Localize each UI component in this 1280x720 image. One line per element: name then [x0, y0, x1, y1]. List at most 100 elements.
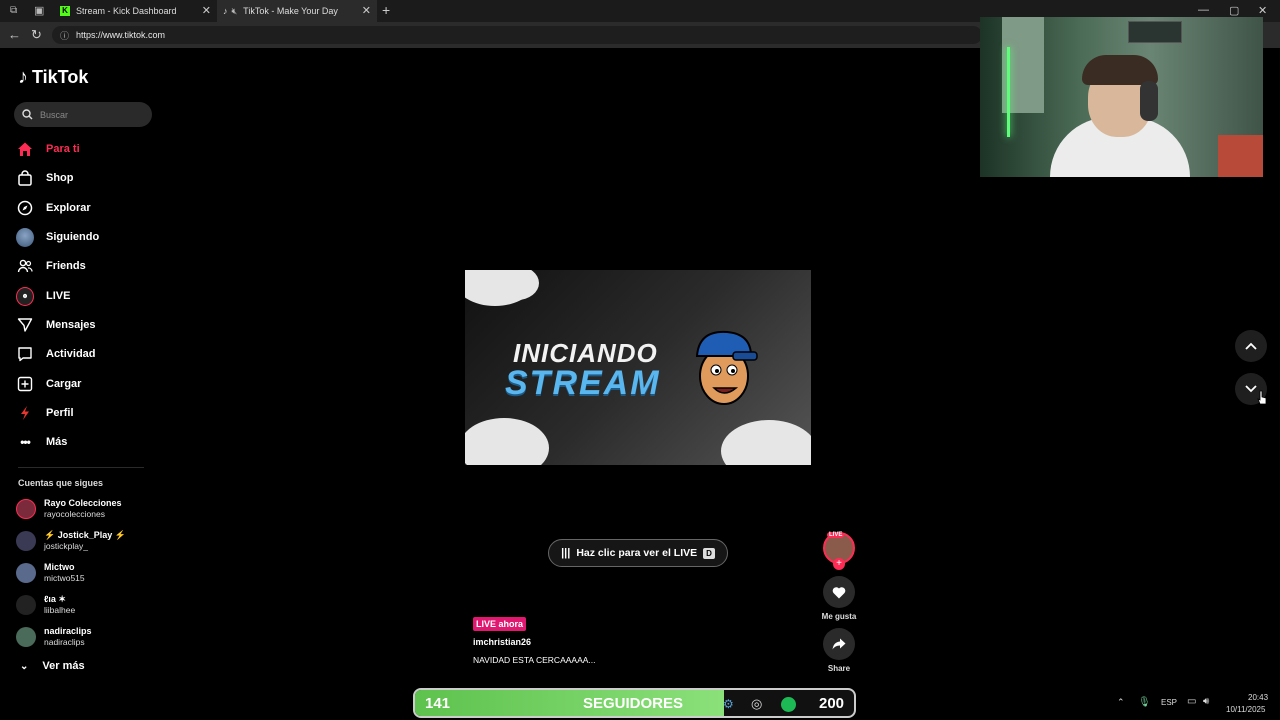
- avatar: [16, 627, 36, 647]
- minimize-button[interactable]: —: [1198, 4, 1209, 16]
- share-arrow-icon: [832, 638, 846, 650]
- following-account[interactable]: nadiraclips nadiraclips: [16, 623, 92, 651]
- activity-icon: [16, 345, 34, 363]
- close-tab-icon[interactable]: ✕: [202, 4, 211, 17]
- account-name: nadiraclips: [44, 626, 92, 636]
- heart-icon: [832, 586, 846, 598]
- account-handle: rayocolecciones: [44, 509, 105, 519]
- following-account[interactable]: ℓιa ✶ liibalhee: [16, 591, 75, 619]
- new-tab-button[interactable]: +: [382, 2, 390, 18]
- account-name: Mictwo: [44, 562, 75, 572]
- following-account[interactable]: ⚡ Jostick_Play ⚡ jostickplay_: [16, 527, 126, 555]
- steam-icon: ⚙: [723, 697, 734, 711]
- nav-item-shop[interactable]: Shop: [16, 166, 74, 190]
- creator-username[interactable]: imchristian26: [473, 637, 531, 647]
- follow-plus-icon[interactable]: +: [833, 558, 845, 570]
- nav-label: Actividad: [46, 348, 96, 360]
- nav-item-live[interactable]: ☻ LIVE: [16, 284, 70, 308]
- maximize-button[interactable]: ▢: [1229, 4, 1239, 17]
- green-light-bar: [1007, 47, 1010, 137]
- close-window-button[interactable]: ✕: [1258, 4, 1267, 17]
- shortcut-key-badge: D: [703, 547, 715, 559]
- clock-time[interactable]: 20:43: [1248, 693, 1268, 702]
- previous-video-button[interactable]: [1235, 330, 1267, 362]
- home-icon: [16, 140, 34, 158]
- compass-icon: [16, 199, 34, 217]
- url-bar[interactable]: ⓘ https://www.tiktok.com: [52, 26, 982, 44]
- share-label: Share: [827, 664, 851, 673]
- tab-title: TikTok - Make Your Day: [243, 6, 338, 16]
- nav-item-friends[interactable]: Friends: [16, 254, 86, 278]
- send-icon: [16, 316, 34, 334]
- volume-icon[interactable]: 🔊︎: [1203, 696, 1209, 707]
- tiktok-favicon-icon: ♪: [223, 6, 228, 16]
- tab-title: Stream - Kick Dashboard: [76, 6, 177, 16]
- network-icon[interactable]: ▭: [1187, 696, 1196, 707]
- live-preview-thumbnail[interactable]: INICIANDO STREAM: [465, 270, 811, 465]
- account-handle: mictwo515: [44, 573, 85, 583]
- sidebar-divider: [18, 467, 144, 468]
- following-account[interactable]: Mictwo mictwo515: [16, 559, 85, 587]
- clock-date[interactable]: 10/11/2025: [1226, 705, 1265, 714]
- reload-icon[interactable]: ↻: [31, 27, 42, 43]
- mouse-cursor-icon: [1257, 390, 1267, 405]
- like-button[interactable]: [823, 576, 855, 608]
- nav-item-siguiendo[interactable]: Siguiendo: [16, 225, 99, 249]
- language-indicator[interactable]: ESP: [1161, 698, 1177, 707]
- nav-label: Cargar: [46, 378, 82, 390]
- nav-label: Perfil: [46, 407, 74, 419]
- site-info-icon[interactable]: ⓘ: [60, 29, 69, 42]
- following-account[interactable]: Rayo Colecciones rayocolecciones: [16, 495, 122, 523]
- nav-label: Mensajes: [46, 319, 96, 331]
- like-label: Me gusta: [821, 612, 857, 621]
- followers-current: 141: [425, 695, 451, 712]
- cartoon-character: [689, 328, 759, 408]
- watch-live-button[interactable]: ||| Haz clic para ver el LIVE D: [548, 539, 728, 567]
- nav-item-explorar[interactable]: Explorar: [16, 196, 91, 220]
- search-icon: [22, 109, 33, 120]
- microphone-icon[interactable]: 🎙︎: [1138, 697, 1151, 708]
- see-more-label: Ver más: [42, 660, 85, 672]
- followers-goal-bar: 141 SEGUIDORES ⚙ ◎ 200: [413, 688, 856, 718]
- tab-kick-dashboard[interactable]: K Stream - Kick Dashboard ✕: [54, 0, 217, 22]
- account-handle: liibalhee: [44, 605, 76, 615]
- nav-label: Para ti: [46, 143, 80, 155]
- nav-item-perfil[interactable]: Perfil: [16, 401, 74, 425]
- tray-expand-icon[interactable]: ⌃: [1117, 697, 1125, 708]
- search-placeholder: Buscar: [40, 109, 69, 120]
- tab-tiktok[interactable]: ♪ 🔇︎ TikTok - Make Your Day ✕: [217, 0, 377, 22]
- tab-actions-icon[interactable]: ▣: [34, 4, 44, 17]
- nav-label: LIVE: [46, 290, 71, 302]
- search-input[interactable]: Buscar: [14, 102, 152, 127]
- following-accounts-title: Cuentas que sigues: [18, 478, 104, 488]
- nav-label: Explorar: [46, 202, 91, 214]
- nav-item-mensajes[interactable]: Mensajes: [16, 313, 96, 337]
- shop-bag-icon: [16, 169, 34, 187]
- live-bars-icon: |||: [561, 547, 571, 559]
- tiktok-logo[interactable]: ♪ TikTok: [18, 66, 88, 89]
- see-more-button[interactable]: ⌄ Ver más: [20, 660, 85, 672]
- account-name: ℓιa ✶: [44, 594, 66, 604]
- account-handle: jostickplay_: [44, 541, 88, 551]
- thumbnail-title-line2: STREAM: [505, 364, 661, 402]
- nav-item-mas[interactable]: ••• Más: [16, 430, 67, 454]
- back-arrow-icon[interactable]: ←: [8, 27, 21, 42]
- nav-item-actividad[interactable]: Actividad: [16, 342, 96, 366]
- background-box: [1218, 135, 1263, 177]
- close-tab-icon[interactable]: ✕: [362, 4, 371, 17]
- headphones: [1140, 81, 1158, 121]
- cloud-decoration: [721, 420, 811, 465]
- followers-label: SEGUIDORES: [583, 695, 684, 712]
- chevron-down-icon: [1245, 385, 1257, 393]
- share-button[interactable]: [823, 628, 855, 660]
- workspaces-icon[interactable]: ⧉: [10, 5, 17, 16]
- muted-speaker-icon[interactable]: 🔇︎: [232, 6, 238, 17]
- avatar: [16, 595, 36, 615]
- nav-item-para-ti[interactable]: Para ti: [16, 137, 80, 161]
- chevron-up-icon: [1245, 342, 1257, 350]
- more-icon: •••: [20, 435, 31, 449]
- webcam-overlay: [980, 17, 1263, 177]
- watch-live-label: Haz clic para ver el LIVE: [576, 547, 698, 559]
- nav-item-cargar[interactable]: Cargar: [16, 372, 81, 396]
- account-name: ⚡ Jostick_Play ⚡: [44, 530, 126, 540]
